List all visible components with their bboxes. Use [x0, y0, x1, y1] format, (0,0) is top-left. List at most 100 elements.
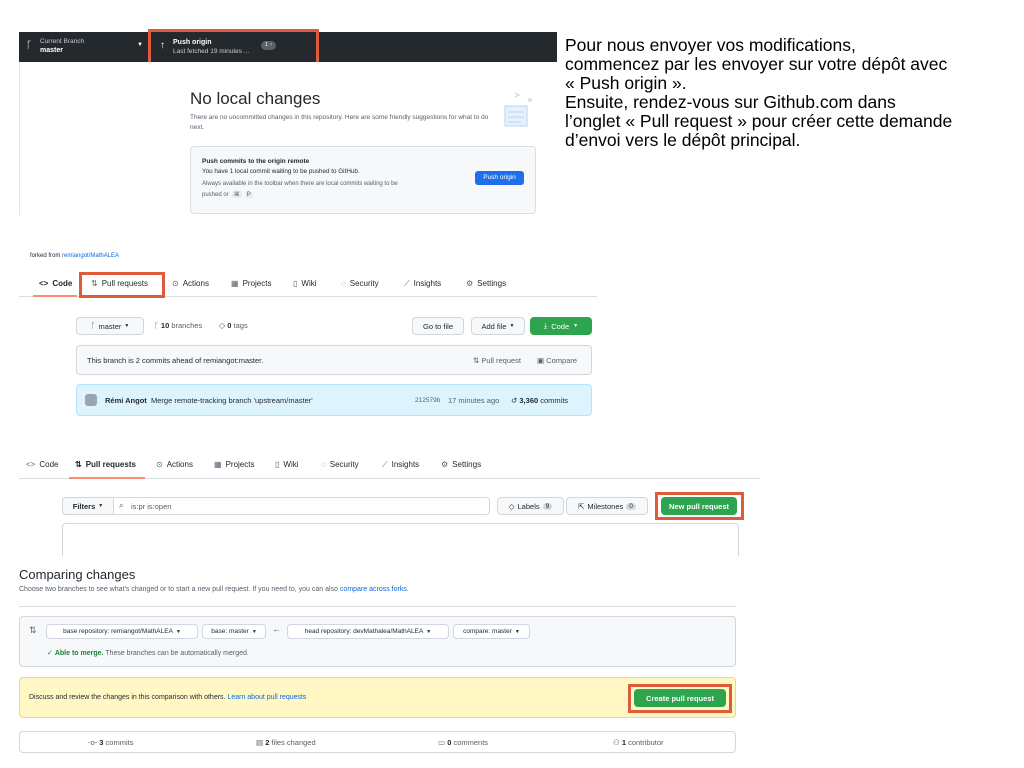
code-button-label: Code: [551, 321, 570, 331]
tab-insights[interactable]: ⟋ Insights: [404, 279, 441, 288]
arrow-left-icon: ←: [272, 624, 281, 634]
tab-label: Wiki: [283, 460, 299, 469]
branches-label: branches: [171, 321, 203, 330]
check-icon: ✓: [47, 650, 53, 657]
forked-from: forked from remiangot/MathALEA: [30, 253, 119, 259]
tab-wiki[interactable]: ▯ Wiki: [275, 460, 299, 469]
commit-message[interactable]: Merge remote-tracking branch 'upstream/m…: [151, 396, 313, 405]
search-icon: ⌕: [119, 501, 124, 510]
base-repository-select[interactable]: base repository: remiangot/MathALEA ▼: [46, 624, 198, 639]
tab-settings[interactable]: ⚙ Settings: [466, 279, 506, 288]
tab-projects[interactable]: ▦ Projects: [214, 460, 254, 469]
stat-comments[interactable]: ▭ 0 comments: [438, 738, 488, 747]
comparing-subtitle-text: Choose two branches to see what’s change…: [19, 586, 338, 593]
tab-code[interactable]: <> Code: [26, 460, 58, 469]
stat-comments-label: comments: [453, 738, 489, 747]
pulls-filter-bar: Filters ▼ ⌕ is:pr is:open: [62, 497, 490, 515]
pulls-tabs: <> Code ⇅ Pull requests ⊙ Actions ▦ Projects…: [19, 454, 760, 479]
discuss-banner-text: Discuss and review the changes in this c…: [29, 694, 306, 701]
tab-settings[interactable]: ⚙ Settings: [441, 460, 481, 469]
stat-comments-count: 0: [447, 738, 452, 747]
tab-label: Insights: [391, 460, 420, 469]
compare-range-box: ⇅ base repository: remiangot/MathALEA ▼ b…: [19, 616, 736, 667]
tag-icon: ◇: [219, 321, 226, 330]
branch-select-button[interactable]: ᚴ master ▼: [76, 317, 144, 335]
filters-button[interactable]: Filters ▼: [62, 497, 114, 515]
forked-link[interactable]: remiangot/MathALEA: [62, 253, 119, 259]
tab-wiki[interactable]: ▯ Wiki: [293, 279, 317, 288]
caption-line: l’onglet « Pull request » pour créer cet…: [565, 111, 953, 131]
stat-contributors-count: 1: [621, 738, 626, 747]
milestones-button[interactable]: ⇱ Milestones 0: [566, 497, 648, 515]
branches-link[interactable]: ᚴ 10 branches: [154, 321, 202, 330]
code-button[interactable]: ⤓ Code ▼: [530, 317, 592, 335]
tab-actions[interactable]: ⊙ Actions: [156, 460, 193, 469]
compare-branch-label: compare: master: [463, 628, 512, 635]
branch-button-label: master: [98, 321, 122, 331]
graph-icon: ⟋: [382, 459, 388, 469]
push-origin-card-button[interactable]: Push origin: [475, 171, 524, 185]
stat-commits-label: commits: [105, 738, 134, 747]
go-to-file-button[interactable]: Go to file: [412, 317, 464, 335]
add-file-label: Add file: [481, 321, 507, 331]
commits-count: 3,360: [519, 396, 539, 405]
merge-text: These branches can be automatically merg…: [105, 650, 249, 657]
caret-down-icon: ▼: [514, 628, 520, 635]
labels-label: Labels: [517, 501, 540, 511]
caret-down-icon: ▼: [509, 323, 515, 329]
card-hint: Always available in the toolbar when the…: [202, 181, 398, 187]
search-input[interactable]: is:pr is:open: [131, 502, 171, 511]
commit-author[interactable]: Rémi Angot: [105, 396, 147, 405]
project-icon: ▦: [214, 459, 222, 469]
stat-files-count: 2: [265, 738, 270, 747]
no-changes-heading: No local changes: [190, 89, 321, 108]
tab-actions[interactable]: ⊙ Actions: [172, 279, 209, 288]
tab-security[interactable]: ◌ Security: [341, 279, 379, 288]
download-icon: ⤓: [543, 321, 548, 330]
tab-code[interactable]: <> Code: [39, 279, 72, 288]
compare-link[interactable]: ▣ Compare: [537, 356, 577, 365]
tab-label: Actions: [166, 460, 193, 469]
tab-projects[interactable]: ▦ Projects: [231, 279, 271, 288]
stat-files[interactable]: ▤ 2 files changed: [256, 738, 316, 747]
discuss-text: Discuss and review the changes in this c…: [29, 694, 226, 701]
diff-icon: ▣: [537, 356, 545, 365]
caret-down-icon: ▼: [426, 628, 432, 635]
tags-label: tags: [233, 321, 248, 330]
tags-link[interactable]: ◇ 0 tags: [219, 321, 248, 330]
current-branch-button[interactable]: ᚴ Current Branch master ▼: [19, 32, 149, 62]
base-branch-select[interactable]: base: master ▼: [202, 624, 266, 639]
avatar[interactable]: [85, 394, 97, 406]
branch-ahead-box: This branch is 2 commits ahead of remian…: [76, 345, 592, 375]
tab-label: Security: [329, 460, 359, 469]
stat-commits[interactable]: -o- 3 commits: [88, 738, 133, 747]
card-line: You have 1 local commit waiting to be pu…: [202, 168, 360, 175]
tab-label: Code: [39, 460, 59, 469]
milestones-label: Milestones: [587, 501, 624, 511]
tab-pull-requests[interactable]: ⇅ Pull requests: [75, 460, 136, 469]
pull-request-link-label: Pull request: [481, 356, 521, 365]
play-icon: ⊙: [156, 459, 163, 469]
add-file-button[interactable]: Add file ▼: [471, 317, 525, 335]
labels-button[interactable]: ◇ Labels 9: [497, 497, 564, 515]
caret-down-icon: ▼: [573, 323, 579, 329]
commit-sha[interactable]: 212579b: [415, 397, 440, 404]
play-icon: ⊙: [172, 278, 179, 288]
stat-contributors[interactable]: ⚇ 1 contributor: [613, 738, 664, 747]
book-icon: ▯: [275, 459, 280, 469]
gear-icon: ⚙: [441, 459, 449, 469]
tab-label: Projects: [242, 279, 272, 288]
commits-link[interactable]: ↺ 3,360 commits: [511, 396, 568, 405]
learn-about-pr-link[interactable]: Learn about pull requests: [227, 694, 306, 701]
pull-request-link[interactable]: ⇅ Pull request: [473, 356, 521, 365]
tab-label: Settings: [477, 279, 507, 288]
compare-branch-select[interactable]: compare: master ▼: [453, 624, 530, 639]
tab-insights[interactable]: ⟋ Insights: [382, 460, 419, 469]
head-repository-select[interactable]: head repository: devMathalea/MathALEA ▼: [287, 624, 449, 639]
tab-security[interactable]: ◌ Security: [321, 460, 359, 469]
commit-icon: -o-: [88, 738, 98, 747]
compare-across-forks-link[interactable]: compare across forks.: [340, 586, 409, 593]
caption-line: Ensuite, rendez-vous sur Github.com dans: [565, 92, 896, 112]
tab-label: Projects: [225, 460, 255, 469]
tab-label: Settings: [452, 460, 482, 469]
